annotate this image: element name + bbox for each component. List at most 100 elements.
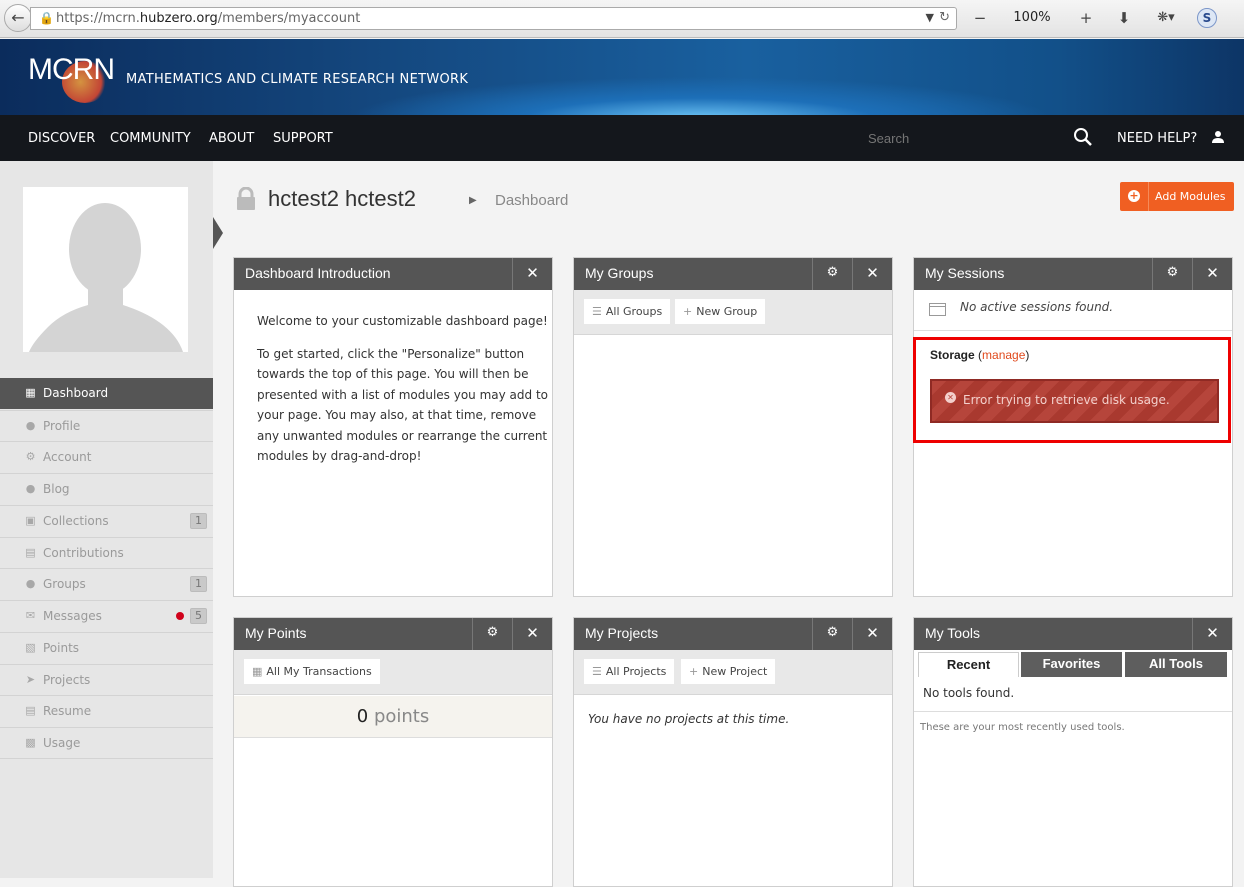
- close-icon[interactable]: ✕: [512, 258, 552, 290]
- sidebar-item-label: Profile: [43, 419, 81, 433]
- close-icon[interactable]: ✕: [512, 618, 552, 650]
- sidebar-item-profile[interactable]: ● Profile: [0, 410, 213, 441]
- back-button[interactable]: ←: [4, 4, 32, 32]
- intro-line-3: presented with a list of modules you may…: [257, 388, 548, 402]
- user-icon[interactable]: [1212, 130, 1224, 144]
- all-groups-button[interactable]: ☰ All Groups: [584, 299, 671, 324]
- zoom-out-button[interactable]: −: [968, 6, 992, 30]
- module-toolbar: ☰ All Projects + New Project: [574, 650, 892, 695]
- module-header[interactable]: My Groups ⚙ ✕: [574, 258, 892, 290]
- extension-s-icon[interactable]: S: [1197, 8, 1217, 28]
- new-project-button[interactable]: + New Project: [681, 659, 776, 684]
- add-modules-button[interactable]: + Add Modules: [1120, 182, 1234, 211]
- users-icon: ●: [25, 577, 36, 590]
- module-dashboard-introduction: Dashboard Introduction ✕ Welcome to your…: [233, 257, 553, 597]
- sidebar-item-usage[interactable]: ▩ Usage: [0, 727, 213, 758]
- cogs-icon: ⚙: [25, 450, 36, 463]
- nav-community[interactable]: COMMUNITY: [110, 131, 191, 146]
- site-logo[interactable]: MCRN: [28, 53, 115, 87]
- lock-icon: [237, 187, 255, 210]
- url-dropdown-icon[interactable]: ▼: [926, 11, 934, 24]
- module-header[interactable]: My Sessions ⚙ ✕: [914, 258, 1232, 290]
- sidebar-item-points[interactable]: ▧ Points: [0, 632, 213, 663]
- page-title: hctest2 hctest2: [268, 186, 416, 211]
- sidebar-item-blog[interactable]: ● Blog: [0, 473, 213, 504]
- dashboard-icon: ▦: [25, 386, 36, 399]
- sidebar-item-groups[interactable]: ● Groups 1: [0, 568, 213, 599]
- module-toolbar: ▦ All My Transactions: [234, 650, 552, 695]
- new-group-button[interactable]: + New Group: [675, 299, 766, 324]
- url-bar[interactable]: 🔒 https://mcrn.hubzero.org/members/myacc…: [30, 7, 957, 30]
- chat-bubble-icon: ●: [25, 482, 36, 495]
- tab-recent[interactable]: Recent: [918, 652, 1019, 677]
- search-icon[interactable]: [1073, 127, 1093, 147]
- nav-support[interactable]: SUPPORT: [273, 131, 333, 146]
- close-icon[interactable]: ✕: [852, 618, 892, 650]
- reload-icon[interactable]: ↻: [939, 10, 950, 25]
- search-input[interactable]: [868, 124, 1068, 152]
- points-icon: ▧: [25, 641, 36, 654]
- points-unit: points: [373, 706, 430, 727]
- new-group-label: New Group: [696, 305, 758, 318]
- module-my-projects: My Projects ⚙ ✕ ☰ All Projects + New Proje…: [573, 617, 893, 887]
- module-my-points: My Points ⚙ ✕ ▦ All My Transactions 0 poi…: [233, 617, 553, 887]
- tools-divider: [914, 711, 1232, 712]
- nav-about[interactable]: ABOUT: [209, 131, 254, 146]
- sidebar-item-contributions[interactable]: ▤ Contributions: [0, 537, 213, 568]
- intro-welcome-text: Welcome to your customizable dashboard p…: [257, 314, 548, 328]
- sidebar-item-dashboard[interactable]: ▦ Dashboard: [0, 378, 213, 409]
- tab-all-tools[interactable]: All Tools: [1125, 652, 1227, 677]
- module-title: My Projects: [585, 625, 659, 641]
- count-badge: 1: [190, 513, 207, 529]
- transactions-icon: ▦: [252, 665, 263, 678]
- sidebar-item-label: Points: [43, 641, 80, 655]
- sessions-divider: [914, 330, 1232, 331]
- zoom-level[interactable]: 100%: [1008, 6, 1056, 30]
- sidebar-item-collections[interactable]: ▣ Collections 1: [0, 505, 213, 536]
- sidebar-item-resume[interactable]: ▤ Resume: [0, 695, 213, 726]
- box-icon: ▣: [25, 514, 36, 527]
- all-groups-label: All Groups: [605, 305, 663, 318]
- module-header[interactable]: My Tools ✕: [914, 618, 1232, 650]
- all-transactions-button[interactable]: ▦ All My Transactions: [244, 659, 380, 684]
- module-header[interactable]: Dashboard Introduction ✕: [234, 258, 552, 290]
- close-icon[interactable]: ✕: [852, 258, 892, 290]
- zoom-in-button[interactable]: +: [1074, 6, 1098, 30]
- user-icon: ●: [25, 419, 36, 432]
- sidebar-item-account[interactable]: ⚙ Account: [0, 441, 213, 472]
- close-icon[interactable]: ✕: [1192, 618, 1232, 650]
- nav-discover[interactable]: DISCOVER: [28, 131, 95, 146]
- tab-favorites[interactable]: Favorites: [1021, 652, 1122, 677]
- main-nav: DISCOVER COMMUNITY ABOUT SUPPORT NEED HE…: [0, 115, 1244, 161]
- list-icon: ☰: [592, 305, 602, 318]
- all-projects-button[interactable]: ☰ All Projects: [584, 659, 675, 684]
- all-projects-label: All Projects: [605, 665, 667, 678]
- addon-icon[interactable]: ❋▾: [1148, 6, 1184, 30]
- sidebar-item-messages[interactable]: ✉ Messages 5: [0, 600, 213, 631]
- unread-dot-icon: [176, 612, 184, 620]
- count-badge: 1: [190, 576, 207, 592]
- module-header[interactable]: My Points ⚙ ✕: [234, 618, 552, 650]
- no-sessions-text: No active sessions found.: [960, 300, 1114, 314]
- storage-manage-link[interactable]: manage: [982, 348, 1025, 362]
- sidebar-item-label: Resume: [43, 704, 92, 718]
- close-icon[interactable]: ✕: [1192, 258, 1232, 290]
- need-help-link[interactable]: NEED HELP?: [1117, 131, 1197, 146]
- sidebar-item-label: Contributions: [43, 546, 124, 560]
- module-toolbar: ☰ All Groups + New Group: [574, 290, 892, 335]
- gear-icon[interactable]: ⚙: [1152, 258, 1192, 290]
- tools-note: These are your most recently used tools.: [920, 722, 1125, 733]
- intro-line-5: any unwanted modules or rearrange the cu…: [257, 429, 548, 443]
- sidebar-item-projects[interactable]: ➤ Projects: [0, 664, 213, 695]
- site-banner: MCRN MATHEMATICS AND CLIMATE RESEARCH NE…: [0, 39, 1244, 115]
- avatar-silhouette-icon: [29, 203, 183, 352]
- points-total: 0 points: [234, 696, 552, 738]
- member-sidebar: ▦ Dashboard ● Profile ⚙ Account ● Blog ▣…: [0, 161, 213, 878]
- storage-title: Storage (manage): [930, 348, 1030, 362]
- site-name: MATHEMATICS AND CLIMATE RESEARCH NETWORK: [126, 72, 469, 87]
- download-icon[interactable]: ⬇: [1112, 6, 1136, 30]
- module-header[interactable]: My Projects ⚙ ✕: [574, 618, 892, 650]
- gear-icon[interactable]: ⚙: [812, 258, 852, 290]
- gear-icon[interactable]: ⚙: [472, 618, 512, 650]
- gear-icon[interactable]: ⚙: [812, 618, 852, 650]
